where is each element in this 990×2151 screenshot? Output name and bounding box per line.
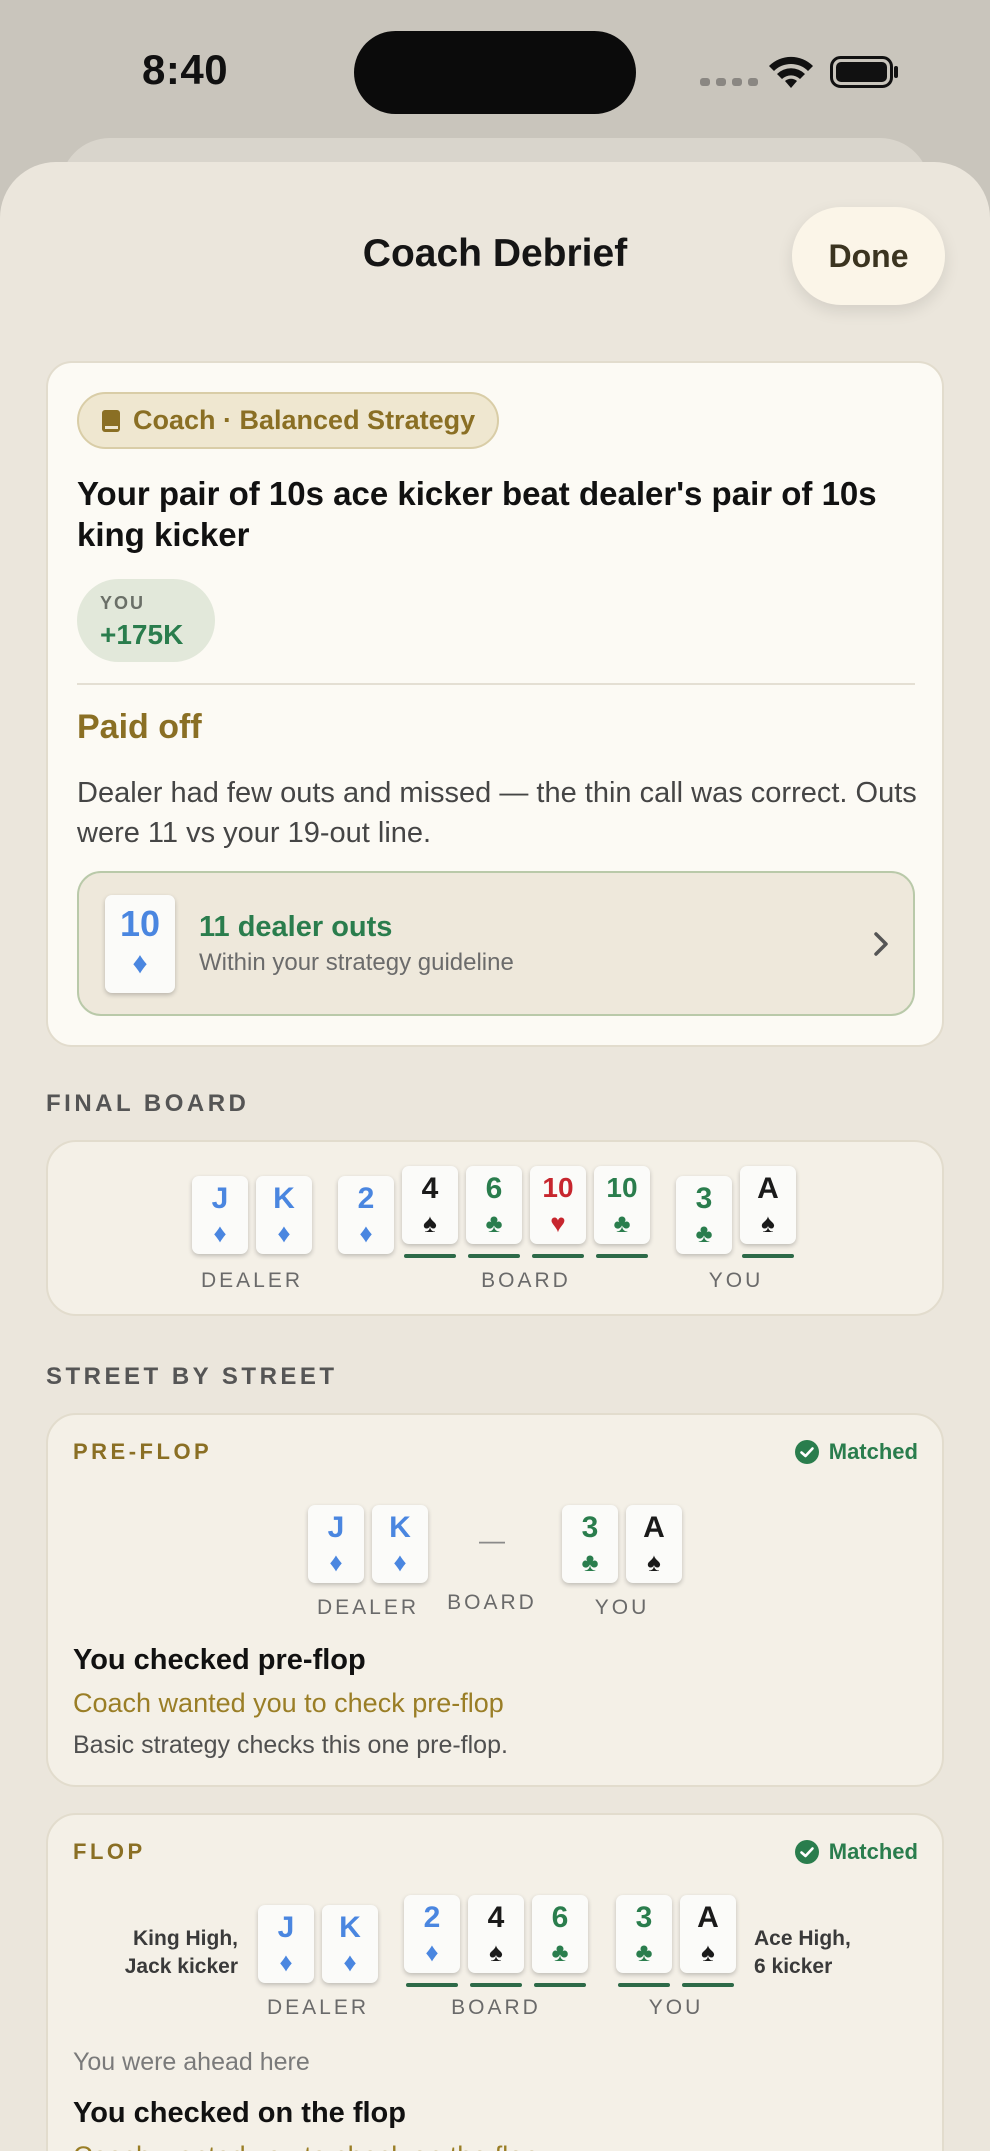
playing-card: 2 ♦ bbox=[404, 1895, 460, 1973]
result-headline: Your pair of 10s ace kicker beat dealer'… bbox=[77, 475, 877, 553]
you-label: YOU bbox=[594, 1596, 650, 1619]
playing-card: J ♦ bbox=[192, 1176, 248, 1254]
outs-subtitle: Within your strategy guideline bbox=[199, 949, 514, 976]
street-name: FLOP bbox=[73, 1839, 146, 1864]
playing-card: 3 ♣ bbox=[616, 1895, 672, 1973]
you-label: YOU bbox=[708, 1269, 764, 1292]
final-board-card: J ♦ K ♦ 2 ♦ 4 ♠ 6 ♣ 10 ♥ 10 ♣ 3 ♣ A ♠ DEALER BOAR… bbox=[46, 1140, 944, 1316]
coach-badge: Coach · Balanced Strategy bbox=[77, 392, 500, 449]
playing-card: K ♦ bbox=[322, 1905, 378, 1983]
best-hand-underline bbox=[742, 1254, 794, 1258]
check-circle-icon bbox=[794, 1440, 819, 1464]
playing-card: J ♦ bbox=[258, 1905, 314, 1983]
player-action: You checked pre-flop bbox=[73, 1644, 366, 1676]
board-label: BOARD bbox=[451, 1996, 541, 2019]
dealer-label: DEALER bbox=[200, 1269, 304, 1292]
best-hand-underline bbox=[682, 1983, 734, 1987]
coach-recommendation: Coach wanted you to check on the flop bbox=[73, 2141, 538, 2151]
you-result-pill: YOU +175K bbox=[77, 579, 215, 662]
playing-card: 10 ♣ bbox=[594, 1166, 650, 1244]
dealer-label: DEALER bbox=[266, 1996, 370, 2019]
street-name: PRE-FLOP bbox=[73, 1439, 213, 1464]
preflop-card: PRE-FLOP Matched J ♦ K ♦ — 3 ♣ A ♠ DEALER BO… bbox=[46, 1413, 944, 1787]
coach-recommendation: Coach wanted you to check pre-flop bbox=[73, 1688, 504, 1718]
debrief-sheet: Coach Debrief Done Coach · Balanced Stra… bbox=[0, 162, 990, 2151]
chevron-right-icon bbox=[874, 932, 888, 956]
status-time: 8:40 bbox=[142, 46, 229, 93]
board-label: BOARD bbox=[447, 1591, 537, 1614]
you-result-label: YOU bbox=[100, 593, 146, 613]
you-result-amount: +175K bbox=[100, 619, 184, 650]
verdict-heading: Paid off bbox=[77, 708, 202, 746]
check-circle-icon bbox=[794, 1840, 819, 1864]
playing-card: 3 ♣ bbox=[676, 1176, 732, 1254]
playing-card: A ♠ bbox=[680, 1895, 736, 1973]
verdict-explanation: Dealer had few outs and missed — the thi… bbox=[77, 777, 917, 849]
playing-card: 6 ♣ bbox=[532, 1895, 588, 1973]
playing-card: 4 ♠ bbox=[402, 1166, 458, 1244]
board-label: BOARD bbox=[481, 1269, 571, 1292]
final-board-label: FINAL BOARD bbox=[46, 1090, 250, 1117]
best-hand-underline bbox=[534, 1983, 586, 1987]
matched-badge: Matched bbox=[794, 1839, 918, 1865]
board-placeholder: — bbox=[479, 1525, 505, 1555]
best-hand-underline bbox=[470, 1983, 522, 1987]
best-hand-underline bbox=[532, 1254, 584, 1258]
you-hand-description: Ace High, 6 kicker bbox=[754, 1927, 851, 1978]
best-hand-underline bbox=[596, 1254, 648, 1258]
matched-badge: Matched bbox=[794, 1439, 918, 1465]
dealer-outs-row[interactable]: 10 ♦ 11 dealer outs Within your strategy… bbox=[77, 871, 915, 1016]
coach-summary-card: Coach · Balanced Strategy Your pair of 1… bbox=[46, 361, 944, 1047]
dynamic-island bbox=[354, 31, 636, 114]
coach-badge-label: Coach · Balanced Strategy bbox=[133, 405, 476, 435]
position-note: You were ahead here bbox=[73, 2048, 310, 2076]
outs-playing-card: 10 ♦ bbox=[105, 895, 175, 993]
player-action: You checked on the flop bbox=[73, 2097, 406, 2129]
playing-card: 10 ♥ bbox=[530, 1166, 586, 1244]
playing-card: A ♠ bbox=[626, 1505, 682, 1583]
strategy-note: Basic strategy checks this one pre-flop. bbox=[73, 1731, 508, 1759]
playing-card: 3 ♣ bbox=[562, 1505, 618, 1583]
playing-card: J ♦ bbox=[308, 1505, 364, 1583]
playing-card: 6 ♣ bbox=[466, 1166, 522, 1244]
cellular-dots-icon bbox=[700, 78, 758, 86]
dealer-hand-description: King High, Jack kicker bbox=[124, 1927, 238, 1978]
you-label: YOU bbox=[648, 1996, 704, 2019]
dealer-label: DEALER bbox=[316, 1596, 420, 1619]
best-hand-underline bbox=[404, 1254, 456, 1258]
book-icon bbox=[102, 409, 120, 432]
playing-card: K ♦ bbox=[372, 1505, 428, 1583]
done-button[interactable]: Done bbox=[792, 207, 945, 305]
playing-card: A ♠ bbox=[740, 1166, 796, 1244]
status-bar: 8:40 bbox=[0, 0, 990, 150]
playing-card: K ♦ bbox=[256, 1176, 312, 1254]
best-hand-underline bbox=[468, 1254, 520, 1258]
street-by-street-label: STREET BY STREET bbox=[46, 1363, 338, 1390]
flop-card: FLOP Matched King High, Jack kicker J ♦ K… bbox=[46, 1813, 944, 2151]
wifi-icon bbox=[769, 56, 813, 88]
best-hand-underline bbox=[618, 1983, 670, 1987]
divider bbox=[77, 683, 915, 685]
playing-card: 2 ♦ bbox=[338, 1176, 394, 1254]
outs-title: 11 dealer outs bbox=[199, 911, 393, 943]
best-hand-underline bbox=[406, 1983, 458, 1987]
battery-icon bbox=[830, 56, 898, 88]
playing-card: 4 ♠ bbox=[468, 1895, 524, 1973]
